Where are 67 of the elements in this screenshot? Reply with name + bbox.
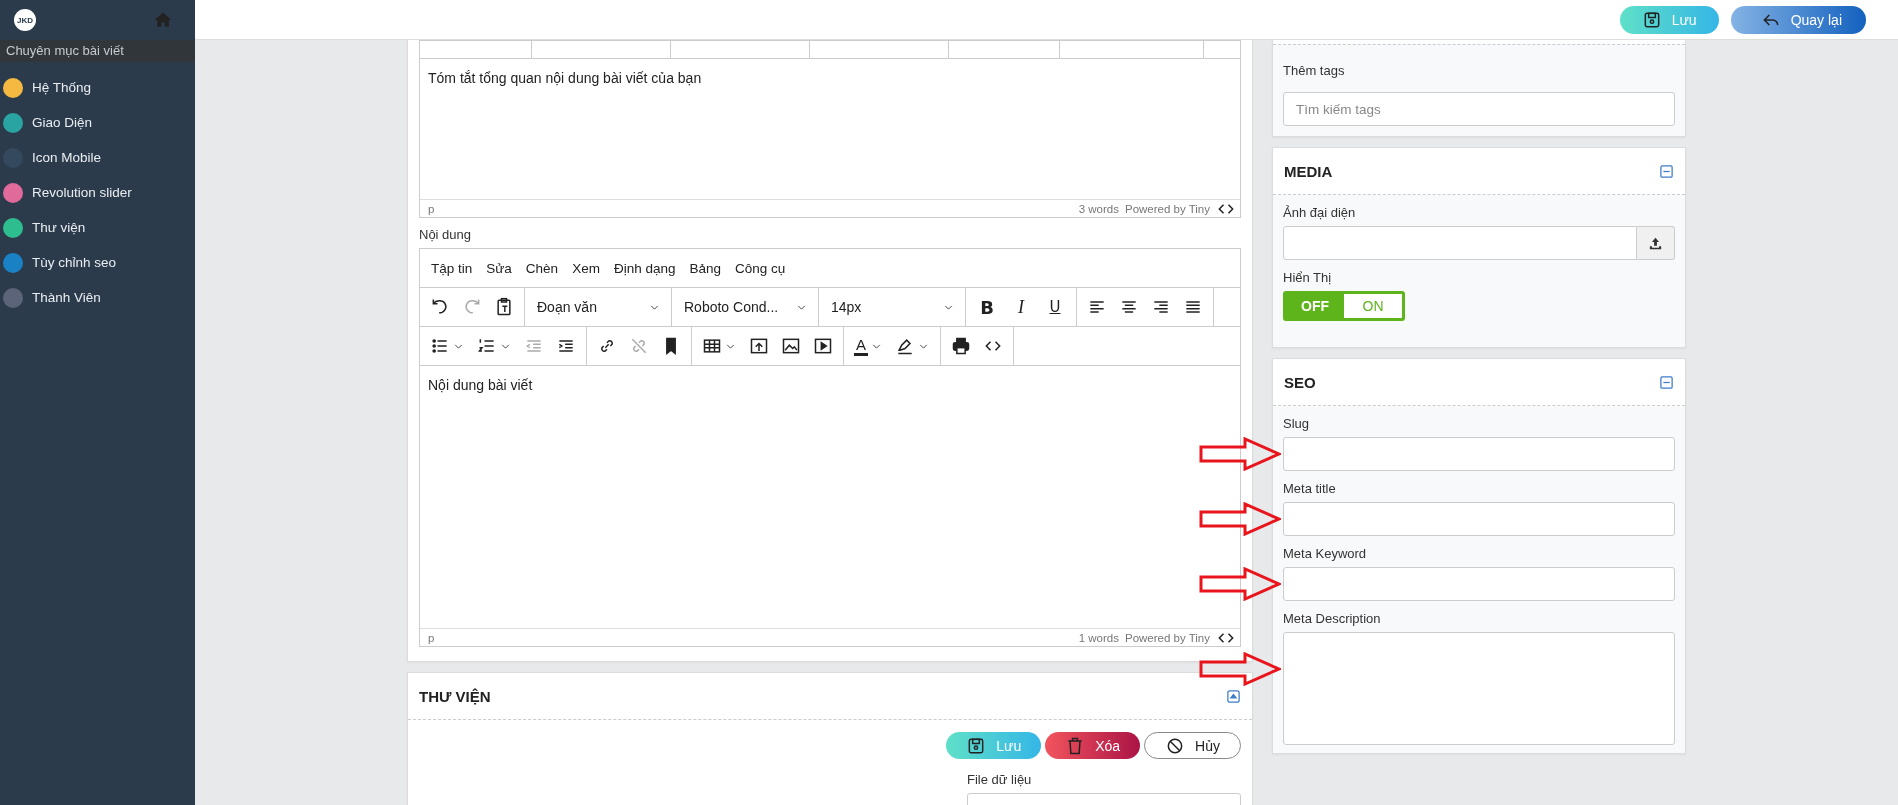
- editor-text[interactable]: Tóm tắt tổng quan nội dung bài viết của bạn: [420, 59, 1240, 199]
- field-label: Nội dung: [419, 226, 473, 244]
- paste-icon: [494, 297, 514, 317]
- card-title: SEO: [1284, 373, 1316, 391]
- menu-item[interactable]: Công cụ: [735, 260, 786, 276]
- menu-item[interactable]: Tập tin: [431, 260, 473, 276]
- sidebar-item[interactable]: Hệ Thống: [0, 70, 195, 105]
- logo-icon[interactable]: JKD: [14, 9, 36, 31]
- element-path: p: [428, 202, 435, 215]
- format-button[interactable]: U: [1040, 292, 1070, 322]
- field-label: Ảnh đại diện: [1283, 204, 1357, 222]
- collapse-icon: [1659, 374, 1674, 390]
- element-path: p: [428, 631, 435, 644]
- menu-item[interactable]: Sửa: [486, 260, 512, 276]
- editor-text[interactable]: Nội dung bài viết: [420, 366, 1240, 628]
- branding-link[interactable]: Powered by Tiny: [1125, 202, 1210, 215]
- dropdown[interactable]: Đoạn văn: [531, 299, 665, 315]
- dropdown[interactable]: 14px: [825, 299, 959, 315]
- print-icon: [951, 336, 971, 356]
- format-button[interactable]: B: [972, 292, 1002, 322]
- sidebar-item[interactable]: Revolution slider: [0, 175, 195, 210]
- cancel-button[interactable]: Hủy: [1144, 732, 1241, 759]
- dropdown[interactable]: Roboto Cond...: [678, 299, 812, 315]
- field-label: Meta title: [1283, 480, 1337, 498]
- upload-button[interactable]: [1637, 226, 1675, 260]
- field-label: Thêm tags: [1283, 62, 1346, 80]
- format-button[interactable]: I: [1006, 292, 1036, 322]
- card-title: THƯ VIỆN: [419, 687, 491, 705]
- sidebar-item[interactable]: Thư viện: [0, 210, 195, 245]
- table-icon: [702, 336, 722, 356]
- text-color-button[interactable]: A: [850, 331, 887, 361]
- image-path-field[interactable]: [1283, 226, 1637, 260]
- back-button[interactable]: Quay lại: [1730, 5, 1866, 34]
- sidebar-category[interactable]: Chuyên mục bài viết: [0, 40, 195, 62]
- sidebar-item[interactable]: Thành Viên: [0, 280, 195, 315]
- field-label: File dữ liệu: [967, 771, 1033, 789]
- media-icon: [813, 336, 833, 356]
- branding-link[interactable]: Powered by Tiny: [1125, 631, 1210, 644]
- word-count: 1 words: [1078, 631, 1119, 644]
- field-label: Meta Description: [1283, 610, 1382, 628]
- search-field[interactable]: Tìm kiếm tags: [1283, 92, 1675, 126]
- menu-item[interactable]: Chèn: [525, 260, 559, 276]
- menu-item[interactable]: Xem: [572, 260, 600, 276]
- field-label: Meta Keyword: [1283, 545, 1368, 563]
- card-title: MEDIA: [1284, 162, 1333, 180]
- image-icon: [781, 336, 801, 356]
- text-field[interactable]: [1283, 502, 1675, 536]
- text-field[interactable]: [1283, 437, 1675, 471]
- collapse-icon: [1226, 688, 1241, 704]
- bul-icon: [430, 336, 450, 356]
- menu-item[interactable]: Bảng: [689, 260, 721, 276]
- collapse-icon: [1659, 163, 1674, 179]
- redo-icon: [462, 297, 482, 317]
- undo-icon: [430, 297, 450, 317]
- unlink-icon: [629, 336, 649, 356]
- sidebar-item[interactable]: Tùy chỉnh seo: [0, 245, 195, 280]
- field-label: Slug: [1283, 415, 1311, 433]
- sidebar-item[interactable]: Giao Diện: [0, 105, 195, 140]
- word-count: 3 words: [1078, 202, 1119, 215]
- menu-item[interactable]: Định dạng: [613, 260, 676, 276]
- sidebar-item[interactable]: Icon Mobile: [0, 140, 195, 175]
- home-icon: [153, 10, 173, 30]
- hl-icon: [895, 336, 915, 356]
- embed-icon: [749, 336, 769, 356]
- field-label: Hiển Thị: [1283, 269, 1333, 287]
- text-field[interactable]: [1283, 567, 1675, 601]
- delete-button[interactable]: Xóa: [1045, 732, 1141, 759]
